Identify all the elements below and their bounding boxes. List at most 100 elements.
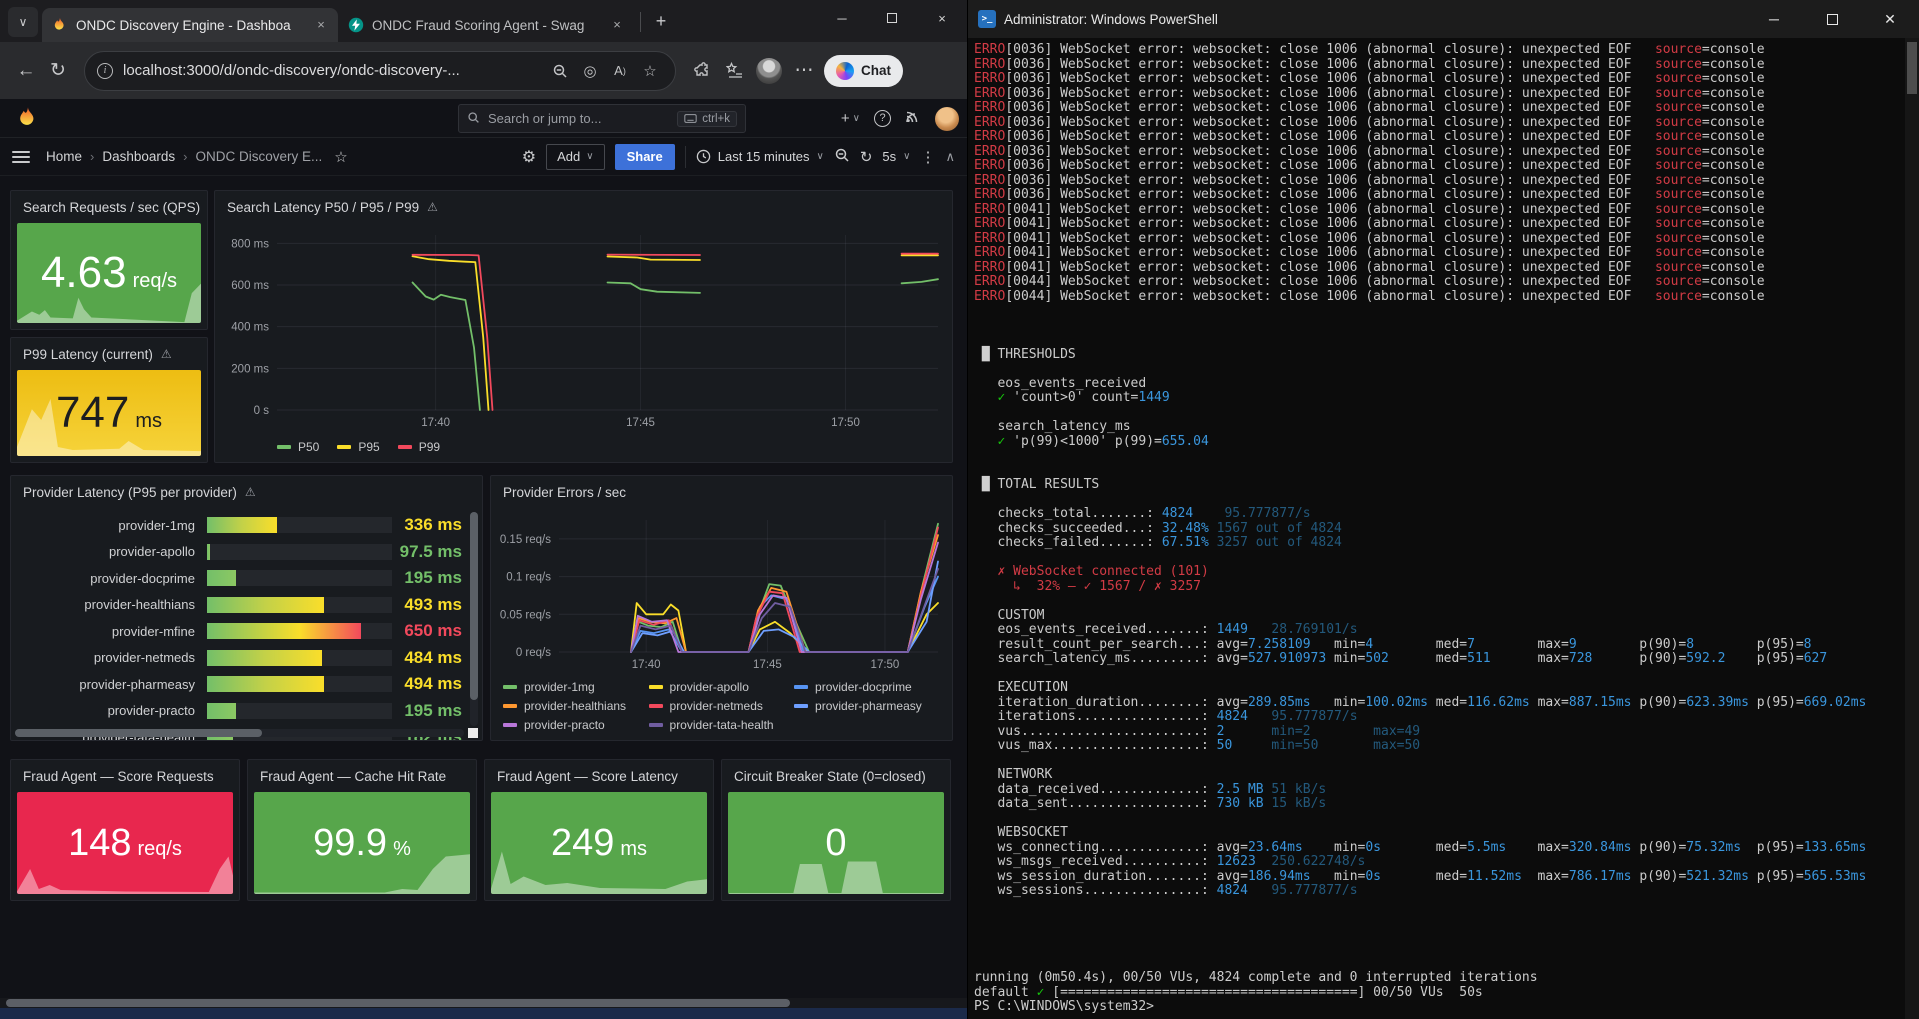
scrollbar-thumb[interactable] xyxy=(1907,42,1917,94)
provider-value: 195 ms xyxy=(392,701,466,721)
breadcrumb-current[interactable]: ONDC Discovery E... xyxy=(196,149,323,164)
menu-hamburger-icon[interactable] xyxy=(12,151,30,163)
panel-score-latency[interactable]: Fraud Agent — Score Latency 249ms xyxy=(484,759,714,901)
dashboard-settings-icon[interactable]: ⚙ xyxy=(522,147,536,167)
panel-fraud-requests[interactable]: Fraud Agent — Score Requests 148req/s xyxy=(10,759,240,901)
errors-legend: provider-1mgprovider-apolloprovider-docp… xyxy=(503,680,944,732)
grafana-search-input[interactable]: Search or jump to... ctrl+k xyxy=(458,104,746,133)
scrollbar-thumb[interactable] xyxy=(6,999,790,1007)
console-line: vus.......................: 2 min=2 max=… xyxy=(974,725,1905,740)
user-avatar[interactable] xyxy=(935,107,959,131)
back-icon[interactable]: ← xyxy=(10,55,42,87)
panel-search-latency[interactable]: Search Latency P50 / P95 / P99⚠ 800 ms60… xyxy=(214,190,953,463)
console-line: ERRO[0036] WebSocket error: websocket: c… xyxy=(974,101,1905,116)
legend-item[interactable]: provider-practo xyxy=(503,718,649,732)
panel-title: Search Requests / sec (QPS) xyxy=(11,191,207,223)
zoom-out-time-icon[interactable] xyxy=(834,147,850,167)
browser-tab-swagger[interactable]: ONDC Fraud Scoring Agent - Swag × xyxy=(338,8,634,42)
refresh-dashboard-icon[interactable]: ↻ xyxy=(860,148,873,166)
profile-avatar[interactable] xyxy=(756,58,782,84)
refresh-icon[interactable]: ↻ xyxy=(42,55,74,87)
panel-cache-hit[interactable]: Fraud Agent — Cache Hit Rate 99.9% xyxy=(247,759,477,901)
minimize-button[interactable]: ─ xyxy=(1745,0,1803,38)
console-output[interactable]: ERRO[0036] WebSocket error: websocket: c… xyxy=(968,38,1905,1019)
grafana-logo-icon[interactable] xyxy=(16,106,40,130)
legend-item[interactable]: provider-healthians xyxy=(503,699,649,713)
share-button[interactable]: Share xyxy=(615,144,675,170)
panel-title: P99 Latency (current) xyxy=(23,347,153,362)
kebab-menu-icon[interactable]: ⋮ xyxy=(920,148,935,166)
console-line: checks_failed......: 67.51% 3257 out of … xyxy=(974,536,1905,551)
page-horizontal-scrollbar[interactable] xyxy=(0,998,967,1008)
panel-provider-latency[interactable]: Provider Latency (P95 per provider)⚠ pro… xyxy=(10,475,483,741)
settings-ellipsis-icon[interactable]: ⋯ xyxy=(788,55,820,87)
browser-tab-grafana[interactable]: ONDC Discovery Engine - Dashboa × xyxy=(42,8,338,42)
legend-item[interactable]: provider-1mg xyxy=(503,680,649,694)
close-button[interactable]: ✕ xyxy=(1861,0,1919,38)
latency-chart: 800 ms600 ms400 ms200 ms0 s17:4017:4517:… xyxy=(219,225,948,432)
breadcrumb-dashboards[interactable]: Dashboards xyxy=(102,149,175,164)
close-button[interactable]: × xyxy=(917,0,967,36)
read-aloud-icon[interactable]: A) xyxy=(607,58,633,84)
vertical-scrollbar[interactable] xyxy=(470,512,478,726)
favorites-bar-icon[interactable] xyxy=(718,55,750,87)
console-line xyxy=(974,551,1905,566)
new-tab-button[interactable]: + xyxy=(647,7,675,35)
panel-provider-errors[interactable]: Provider Errors / sec 0.15 req/s0.1 req/… xyxy=(490,475,953,741)
errors-chart: 0.15 req/s0.1 req/s0.05 req/s0 req/s17:4… xyxy=(495,510,948,674)
bar-track xyxy=(207,676,392,692)
svg-text:17:50: 17:50 xyxy=(871,659,900,671)
time-range-picker[interactable]: Last 15 minutes ∨ xyxy=(696,149,824,164)
screen: ∨ ONDC Discovery Engine - Dashboa × ONDC… xyxy=(0,0,1919,1019)
resize-handle[interactable] xyxy=(468,728,478,738)
svg-text:200 ms: 200 ms xyxy=(231,363,269,375)
provider-label: provider-practo xyxy=(19,703,207,718)
site-info-icon[interactable]: i xyxy=(97,63,113,79)
help-icon[interactable]: ? xyxy=(874,110,891,127)
legend-item[interactable]: provider-netmeds xyxy=(649,699,795,713)
tab-title: ONDC Discovery Engine - Dashboa xyxy=(76,18,312,33)
new-dashboard-button[interactable]: +∨ xyxy=(841,110,860,127)
legend-item[interactable]: P95 xyxy=(337,440,379,454)
extensions-icon[interactable] xyxy=(686,55,718,87)
scrollbar-thumb[interactable] xyxy=(15,729,262,737)
immersive-reader-icon[interactable]: ◎ xyxy=(577,58,603,84)
url-text[interactable]: localhost:3000/d/ondc-discovery/ondc-dis… xyxy=(123,62,543,79)
legend-item[interactable]: provider-docprime xyxy=(794,680,940,694)
add-button[interactable]: Add∨ xyxy=(546,144,604,170)
console-line: ERRO[0036] WebSocket error: websocket: c… xyxy=(974,159,1905,174)
panel-circuit-breaker[interactable]: Circuit Breaker State (0=closed) 0 xyxy=(721,759,951,901)
legend-item[interactable]: provider-tata-health xyxy=(649,718,795,732)
horizontal-scrollbar[interactable] xyxy=(15,729,464,737)
maximize-button[interactable] xyxy=(1803,0,1861,38)
warning-icon: ⚠ xyxy=(161,347,172,361)
console-line: ws_session_duration.......: avg=186.94ms… xyxy=(974,870,1905,885)
breadcrumb-home[interactable]: Home xyxy=(46,149,82,164)
legend-item[interactable]: P50 xyxy=(277,440,319,454)
tab-close-icon[interactable]: × xyxy=(312,16,330,34)
copilot-chat-button[interactable]: Chat xyxy=(824,55,903,87)
search-placeholder: Search or jump to... xyxy=(488,111,677,126)
zoom-out-icon[interactable] xyxy=(547,58,573,84)
terminal-scrollbar[interactable] xyxy=(1905,38,1919,1019)
tab-search-chevron-icon[interactable]: ∨ xyxy=(8,7,38,37)
legend-item[interactable]: provider-pharmeasy xyxy=(794,699,940,713)
powershell-titlebar[interactable]: >_ Administrator: Windows PowerShell ─ ✕ xyxy=(968,0,1919,38)
scrollbar-thumb[interactable] xyxy=(470,512,478,700)
maximize-button[interactable] xyxy=(867,0,917,36)
collapse-toolbar-icon[interactable]: ∧ xyxy=(945,149,955,165)
favorite-star-icon[interactable]: ☆ xyxy=(637,58,663,84)
minimize-button[interactable]: ─ xyxy=(817,0,867,36)
tab-close-icon[interactable]: × xyxy=(608,16,626,34)
console-line xyxy=(974,667,1905,682)
console-line: ERRO[0036] WebSocket error: websocket: c… xyxy=(974,188,1905,203)
legend-item[interactable]: provider-apollo xyxy=(649,680,795,694)
refresh-interval-picker[interactable]: 5s∨ xyxy=(882,149,910,164)
legend-item[interactable]: P99 xyxy=(398,440,440,454)
news-icon[interactable] xyxy=(905,108,921,129)
favorite-dashboard-icon[interactable]: ☆ xyxy=(334,148,347,166)
address-bar[interactable]: i localhost:3000/d/ondc-discovery/ondc-d… xyxy=(84,51,676,91)
stat-value: 99.9 xyxy=(313,822,387,865)
panel-p99[interactable]: P99 Latency (current)⚠ 747ms xyxy=(10,337,208,463)
panel-qps[interactable]: Search Requests / sec (QPS) 4.63req/s xyxy=(10,190,208,330)
